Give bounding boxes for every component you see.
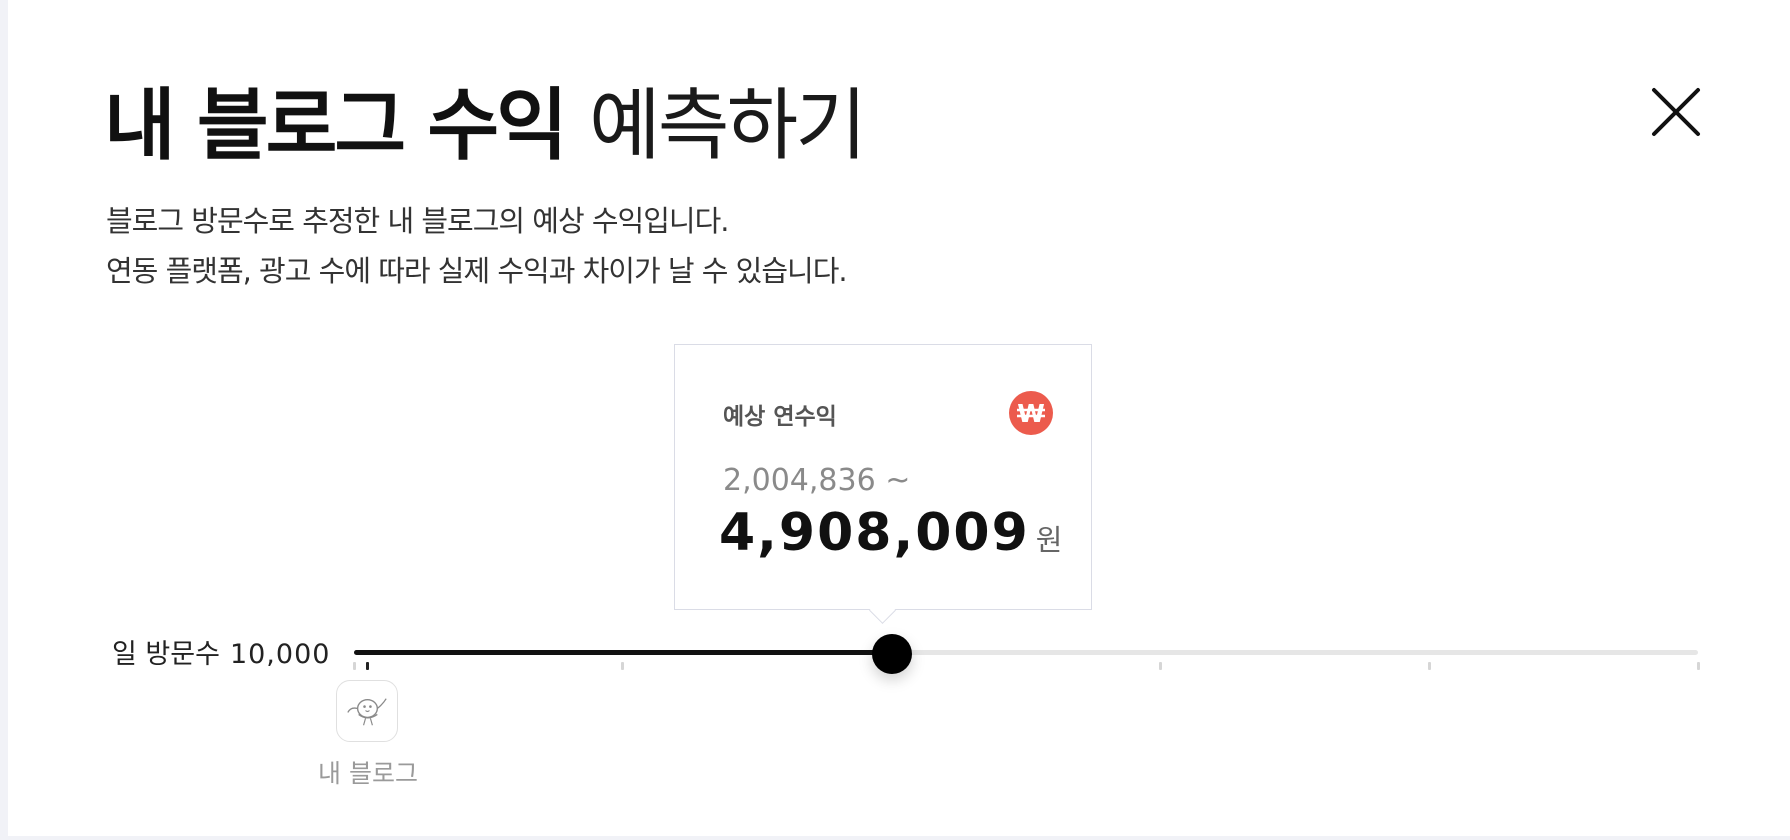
revenue-modal: 내 블로그 수익 예측하기 블로그 방문수로 추정한 내 블로그의 예상 수익입… [8, 0, 1790, 836]
daily-visits-text: 일 방문수 [112, 639, 220, 670]
bird-icon [347, 698, 387, 726]
description: 블로그 방문수로 추정한 내 블로그의 예상 수익입니다. 연동 플랫폼, 광고… [106, 196, 848, 296]
close-button[interactable] [1648, 84, 1704, 140]
description-line-1: 블로그 방문수로 추정한 내 블로그의 예상 수익입니다. [106, 204, 729, 238]
description-line-2: 연동 플랫폼, 광고 수에 따라 실제 수익과 차이가 날 수 있습니다. [106, 254, 848, 288]
estimate-unit: 원 [1035, 523, 1063, 557]
estimate-tooltip: 예상 연수익 W 2,004,836 ~ 4,908,009 원 [674, 344, 1092, 624]
slider-tick [621, 662, 625, 670]
my-blog-button[interactable] [336, 680, 398, 742]
tooltip-arrow [869, 597, 896, 624]
slider-tick [1696, 662, 1700, 670]
estimate-label: 예상 연수익 [723, 404, 837, 430]
my-blog-tick [365, 662, 369, 670]
my-blog-label: 내 블로그 [318, 759, 418, 788]
page-title: 내 블로그 수익 예측하기 [104, 76, 867, 176]
svg-text:W: W [1017, 399, 1045, 428]
visits-slider-thumb[interactable] [871, 634, 912, 674]
estimate-range-high: 4,908,009 원 [719, 503, 1062, 563]
estimate-range-low: 2,004,836 ~ [723, 463, 911, 498]
close-icon [1652, 88, 1700, 136]
daily-visits-label: 일 방문수 10,000 [112, 632, 330, 671]
title-light: 예측하기 [589, 81, 867, 171]
estimate-amount: 4,908,009 [719, 503, 1030, 563]
daily-visits-value: 10,000 [229, 639, 331, 670]
visits-slider-track[interactable] [354, 650, 1698, 655]
title-bold: 내 블로그 수익 [104, 81, 568, 171]
slider-tick [1427, 662, 1431, 670]
slider-tick [352, 662, 356, 670]
won-icon: W [1009, 391, 1053, 435]
visits-slider-fill [354, 650, 892, 655]
slider-tick [1158, 662, 1162, 670]
